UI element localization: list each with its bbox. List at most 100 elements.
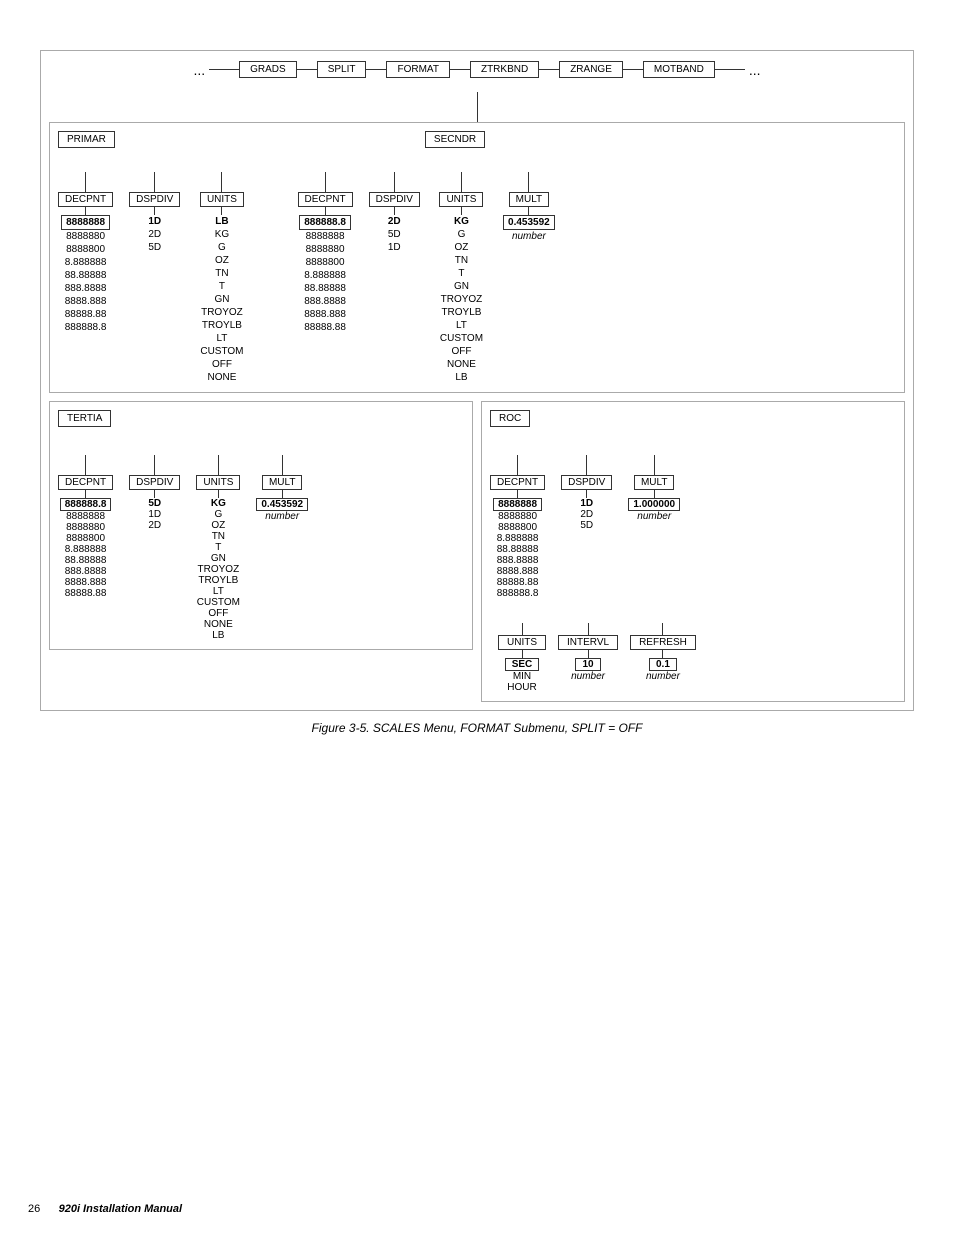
page-footer: 26 920i Installation Manual bbox=[28, 1203, 182, 1215]
roc-decpnt-item-3: 8.888888 bbox=[497, 533, 539, 544]
tertia-decpnt-header: DECPNT bbox=[58, 475, 113, 490]
manual-title: 920i Installation Manual bbox=[59, 1203, 182, 1215]
secondary-mult-header: MULT bbox=[509, 192, 549, 207]
secondary-units-item-8: LT bbox=[452, 319, 471, 332]
tertia-decpnt-item-0: 888888.8 bbox=[60, 498, 112, 511]
roc-dspdiv-item-1: 2D bbox=[580, 509, 593, 520]
tertia-units-item-3: TN bbox=[212, 531, 225, 542]
primar-label: PRIMAR bbox=[58, 131, 115, 148]
roc-sub-units-header: UNITS bbox=[498, 635, 546, 650]
secndr-label: SECNDR bbox=[425, 131, 485, 148]
roc-mult-item-1: number bbox=[637, 511, 671, 522]
secondary-decpnt-item-4: 8.888888 bbox=[300, 269, 350, 282]
roc-dspdiv-item-0: 1D bbox=[580, 498, 593, 509]
primary-decpnt-item-7: 88888.88 bbox=[61, 308, 111, 321]
secondary-units-item-12: LB bbox=[451, 371, 471, 384]
tertia-units-item-5: GN bbox=[211, 553, 226, 564]
primary-units-item-7: TROYOZ bbox=[197, 306, 247, 319]
secondary-decpnt-header: DECPNT bbox=[298, 192, 353, 207]
roc-sub-intervl-header: INTERVL bbox=[558, 635, 618, 650]
tertia-mult-header: MULT bbox=[262, 475, 302, 490]
primary-units-item-10: CUSTOM bbox=[196, 345, 247, 358]
secondary-decpnt-item-1: 8888888 bbox=[302, 230, 349, 243]
primary-units-item-8: TROYLB bbox=[198, 319, 246, 332]
roc-dspdiv-header: DSPDIV bbox=[561, 475, 612, 490]
page: ... GRADS SPLIT FORMAT ZTRKBND ZRANGE MO… bbox=[0, 0, 954, 1235]
roc-sub-units-item-1: MIN bbox=[513, 671, 531, 682]
page-number: 26 bbox=[28, 1203, 40, 1215]
roc-decpnt-item-5: 888.8888 bbox=[497, 555, 539, 566]
secondary-units-item-7: TROYLB bbox=[437, 306, 485, 319]
roc-mult-header: MULT bbox=[634, 475, 674, 490]
tertia-units-item-9: CUSTOM bbox=[197, 597, 240, 608]
tertia-decpnt-item-3: 8888800 bbox=[66, 533, 105, 544]
primary-units-item-5: T bbox=[215, 280, 229, 293]
primary-units-item-2: G bbox=[214, 241, 230, 254]
tertia-units-item-4: T bbox=[215, 542, 221, 553]
secondary-decpnt-item-8: 88888.88 bbox=[300, 321, 350, 334]
roc-sub-refresh-header: REFRESH bbox=[630, 635, 696, 650]
primary-units-item-12: NONE bbox=[203, 371, 240, 384]
secondary-units-item-10: OFF bbox=[447, 345, 475, 358]
roc-label: ROC bbox=[490, 410, 530, 427]
tertia-dspdiv-item-2: 2D bbox=[148, 520, 161, 531]
roc-sub-refresh-item-1: number bbox=[646, 671, 680, 682]
secondary-units-item-0: KG bbox=[450, 215, 473, 228]
primary-dspdiv-header: DSPDIV bbox=[129, 192, 180, 207]
roc-decpnt-item-2: 8888800 bbox=[498, 522, 537, 533]
roc-decpnt-header: DECPNT bbox=[490, 475, 545, 490]
tertia-units-item-10: OFF bbox=[208, 608, 228, 619]
secondary-dspdiv-item-2: 1D bbox=[384, 241, 405, 254]
tertia-units-item-1: G bbox=[214, 509, 222, 520]
menu-ztrkbnd: ZTRKBND bbox=[470, 61, 539, 78]
roc-decpnt-item-4: 88.88888 bbox=[497, 544, 539, 555]
tertia-units-item-2: OZ bbox=[211, 520, 225, 531]
secondary-mult-item-0: 0.453592 bbox=[503, 215, 555, 230]
primary-units-header: UNITS bbox=[200, 192, 244, 207]
tertia-units-item-7: TROYLB bbox=[198, 575, 238, 586]
tertia-dspdiv-item-1: 1D bbox=[148, 509, 161, 520]
secondary-units-item-2: OZ bbox=[451, 241, 473, 254]
roc-sub-units-item-0: SEC bbox=[505, 658, 540, 671]
roc-sub-units-item-2: HOUR bbox=[507, 682, 536, 693]
primary-decpnt-item-6: 8888.888 bbox=[61, 295, 111, 308]
primary-units-item-11: OFF bbox=[208, 358, 236, 371]
tertia-units-item-0: KG bbox=[211, 498, 226, 509]
secondary-decpnt-item-2: 8888880 bbox=[302, 243, 349, 256]
figure-caption: Figure 3-5. SCALES Menu, FORMAT Submenu,… bbox=[20, 721, 934, 735]
primary-decpnt-item-2: 8888800 bbox=[62, 243, 109, 256]
roc-dspdiv-item-2: 5D bbox=[580, 520, 593, 531]
tertia-units-item-12: LB bbox=[212, 630, 224, 641]
secondary-decpnt-item-7: 8888.888 bbox=[300, 308, 350, 321]
secondary-dspdiv-header: DSPDIV bbox=[369, 192, 420, 207]
tertia-decpnt-item-7: 8888.888 bbox=[65, 577, 107, 588]
secondary-units-item-1: G bbox=[454, 228, 470, 241]
tertia-mult-item-1: number bbox=[265, 511, 299, 522]
tertia-units-header: UNITS bbox=[196, 475, 240, 490]
primary-decpnt-item-5: 888.8888 bbox=[61, 282, 111, 295]
primary-decpnt-item-1: 8888880 bbox=[64, 230, 107, 243]
primary-decpnt-item-0: 8888888 bbox=[61, 215, 110, 230]
tertia-label: TERTIA bbox=[58, 410, 111, 427]
secondary-decpnt-item-3: 8888800 bbox=[302, 256, 349, 269]
menu-format: FORMAT bbox=[386, 61, 449, 78]
dots-left: ... bbox=[193, 62, 205, 78]
tertia-decpnt-item-1: 8888888 bbox=[66, 511, 105, 522]
tertia-decpnt-item-2: 8888880 bbox=[66, 522, 105, 533]
roc-sub-refresh-item-0: 0.1 bbox=[649, 658, 677, 671]
primary-dspdiv-item-2: 5D bbox=[144, 241, 165, 254]
roc-decpnt-item-0: 8888888 bbox=[493, 498, 542, 511]
primary-units-item-9: LT bbox=[212, 332, 231, 345]
tertia-units-item-11: NONE bbox=[204, 619, 233, 630]
roc-decpnt-item-1: 8888880 bbox=[498, 511, 537, 522]
tertia-mult-item-0: 0.453592 bbox=[256, 498, 308, 511]
secondary-units-item-5: GN bbox=[450, 280, 473, 293]
tertia-dspdiv-item-0: 5D bbox=[148, 498, 161, 509]
menu-split: SPLIT bbox=[317, 61, 367, 78]
dots-right: ... bbox=[749, 62, 761, 78]
primary-units-item-6: GN bbox=[210, 293, 233, 306]
secondary-decpnt-item-6: 888.8888 bbox=[300, 295, 350, 308]
menu-motband: MOTBAND bbox=[643, 61, 715, 78]
secondary-units-item-3: TN bbox=[451, 254, 472, 267]
roc-mult-item-0: 1.000000 bbox=[628, 498, 680, 511]
